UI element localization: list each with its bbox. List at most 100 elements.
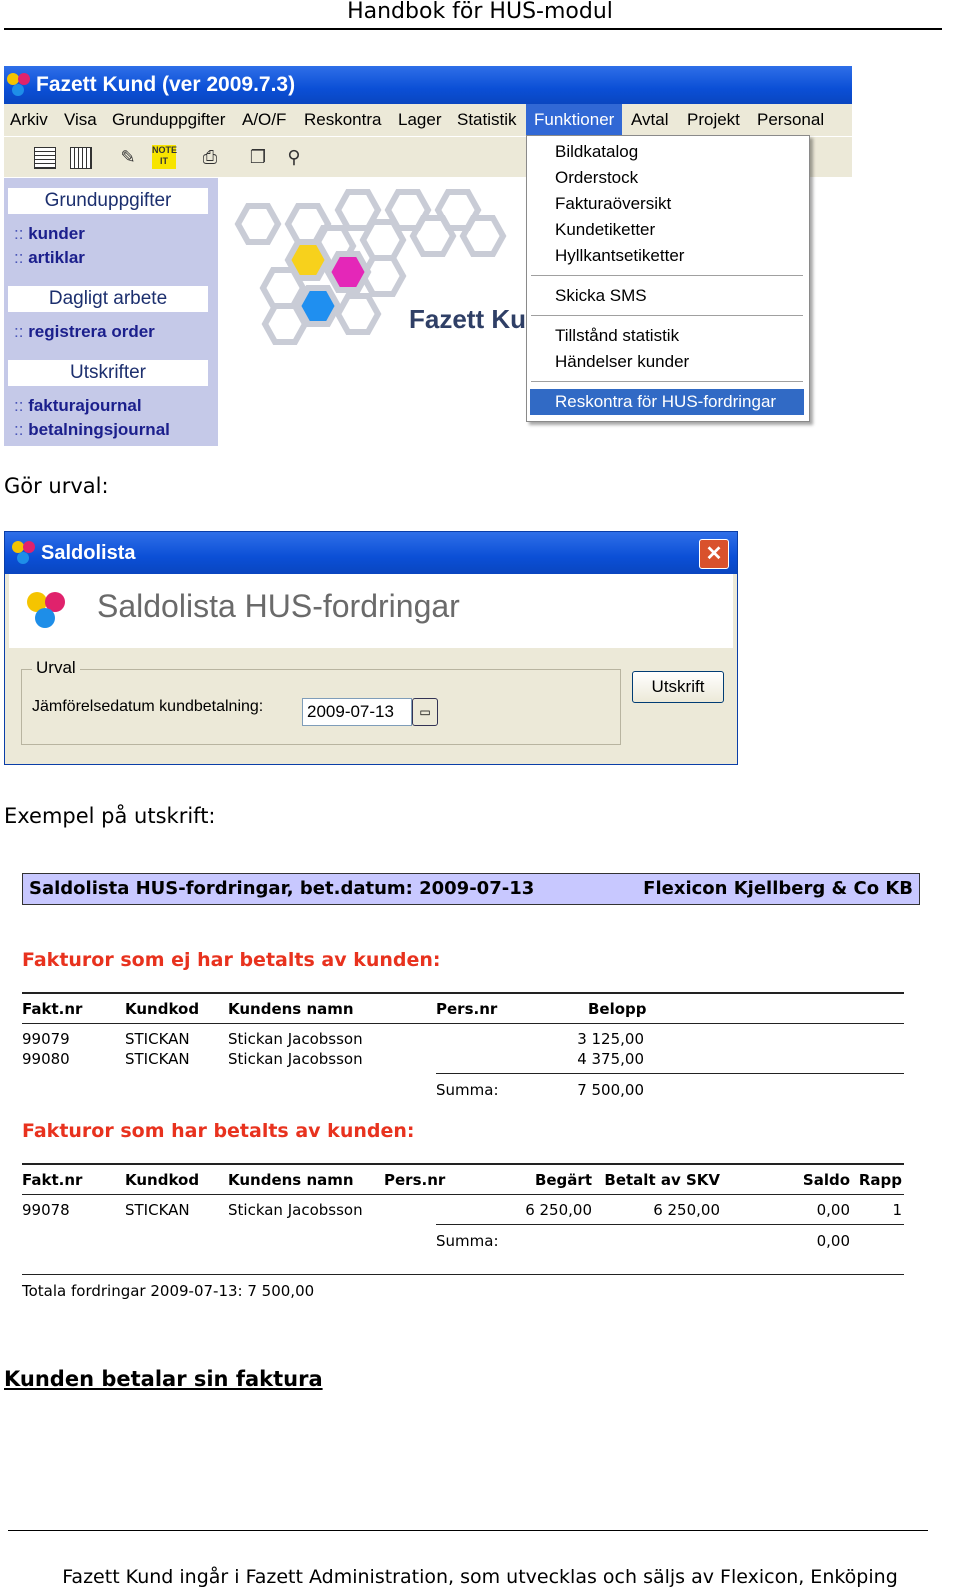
- section2-sum-rule: [436, 1224, 904, 1225]
- col-kundens-namn: Kundens namn: [228, 1171, 354, 1189]
- section1-title: Fakturor som ej har betalts av kunden:: [22, 949, 441, 971]
- binoculars-icon[interactable]: ⚲: [282, 145, 306, 169]
- report-company: Flexicon Kjellberg & Co KB: [643, 878, 913, 899]
- saldolista-dialog: Saldolista ✕ Saldolista HUS-fordringar U…: [4, 531, 738, 765]
- edit-icon[interactable]: ✎: [116, 145, 140, 169]
- copy-icon[interactable]: ❐: [246, 145, 270, 169]
- menu-grunduppgifter[interactable]: Grunduppgifter: [112, 110, 225, 130]
- menu-item-skicka-sms[interactable]: Skicka SMS: [555, 286, 647, 306]
- calendar-picker-icon[interactable]: ▭: [412, 698, 438, 726]
- grid-icon[interactable]: [70, 147, 92, 169]
- dialog-title: Saldolista: [41, 542, 136, 564]
- text-example: Exempel på utskrift:: [4, 804, 216, 828]
- col-rapp: Rapp: [858, 1171, 902, 1189]
- menu-bar: Arkiv Visa Grunduppgifter A/O/F Reskontr…: [4, 104, 852, 136]
- menu-personal[interactable]: Personal: [757, 110, 824, 130]
- table-row-cell: 99080: [22, 1050, 70, 1068]
- menu-arkiv[interactable]: Arkiv: [10, 110, 48, 130]
- dialog-banner-logo-icon: [23, 586, 73, 636]
- sidebar: Grunduppgifter :: kunder :: artiklar Dag…: [4, 178, 218, 446]
- table-row-cell: 99079: [22, 1030, 70, 1048]
- sidebar-heading-utskrifter: Utskrifter: [8, 360, 208, 386]
- app-logo-icon: [6, 72, 32, 98]
- menu-statistik[interactable]: Statistik: [457, 110, 517, 130]
- table-row-cell: 3 125,00: [577, 1030, 644, 1048]
- menu-separator: [531, 381, 803, 382]
- menu-item-kundetiketter[interactable]: Kundetiketter: [555, 220, 655, 240]
- dialog-titlebar: Saldolista ✕: [5, 532, 737, 574]
- hexagon-logo: [234, 189, 507, 345]
- menu-item-tillstand-statistik[interactable]: Tillstånd statistik: [555, 326, 679, 346]
- section2-sum-label: Summa:: [436, 1232, 499, 1250]
- dialog-banner: Saldolista HUS-fordringar: [9, 574, 733, 648]
- sidebar-link-betalningsjournal[interactable]: :: betalningsjournal: [14, 420, 170, 440]
- col-kundkod: Kundkod: [125, 1171, 200, 1189]
- groupbox-label: Urval: [32, 658, 80, 678]
- col-belopp: Belopp: [588, 1000, 647, 1018]
- col-persnr: Pers.nr: [436, 1000, 498, 1018]
- app-title: Fazett Kund (ver 2009.7.3): [36, 73, 296, 96]
- table-row-cell: 1: [892, 1201, 902, 1219]
- header-rule: [4, 28, 942, 30]
- table-row-cell: Stickan Jacobsson: [228, 1050, 363, 1068]
- section-heading: Kunden betalar sin faktura: [4, 1367, 323, 1391]
- text-select: Gör urval:: [4, 474, 109, 498]
- menu-visa[interactable]: Visa: [64, 110, 97, 130]
- date-input[interactable]: 2009-07-13: [302, 698, 412, 726]
- calendar-icon[interactable]: [34, 147, 56, 169]
- menu-separator: [531, 275, 803, 276]
- menu-item-orderstock[interactable]: Orderstock: [555, 168, 638, 188]
- col-kundkod: Kundkod: [125, 1000, 200, 1018]
- date-field-label: Jämförelsedatum kundbetalning:: [32, 698, 264, 715]
- funktioner-dropdown: Bildkatalog Orderstock Fakturaöversikt K…: [526, 135, 810, 422]
- table-row-cell: 4 375,00: [577, 1050, 644, 1068]
- section1-sum-rule: [436, 1073, 904, 1074]
- menu-item-fakturaoversikt[interactable]: Fakturaöversikt: [555, 194, 671, 214]
- report-header: Saldolista HUS-fordringar, bet.datum: 20…: [22, 873, 920, 905]
- table-row-cell: 6 250,00: [525, 1201, 592, 1219]
- menu-funktioner[interactable]: Funktioner: [526, 104, 623, 136]
- app-window: Fazett Kund (ver 2009.7.3) Arkiv Visa Gr…: [4, 66, 852, 446]
- report-title: Saldolista HUS-fordringar, bet.datum: 20…: [29, 878, 535, 899]
- menu-avtal[interactable]: Avtal: [631, 110, 669, 130]
- table-row-cell: Stickan Jacobsson: [228, 1201, 363, 1219]
- menu-lager[interactable]: Lager: [398, 110, 441, 130]
- menu-aof[interactable]: A/O/F: [242, 110, 286, 130]
- report-total: Totala fordringar 2009-07-13: 7 500,00: [22, 1282, 315, 1300]
- total-rule: [22, 1274, 904, 1275]
- print-icon[interactable]: ⎙: [198, 145, 222, 169]
- section2-header-rule: [22, 1194, 904, 1195]
- section1-top-rule: [22, 992, 904, 994]
- menu-reskontra[interactable]: Reskontra: [304, 110, 381, 130]
- note-it-icon[interactable]: NOTE IT: [152, 145, 177, 169]
- table-row-cell: 99078: [22, 1201, 70, 1219]
- section2-top-rule: [22, 1163, 904, 1165]
- section2-title: Fakturor som har betalts av kunden:: [22, 1120, 415, 1142]
- sidebar-link-artiklar[interactable]: :: artiklar: [14, 248, 85, 268]
- utskrift-button[interactable]: Utskrift: [632, 671, 724, 703]
- menu-separator: [531, 315, 803, 316]
- sidebar-heading-grunduppgifter: Grunduppgifter: [8, 188, 208, 214]
- page-header: Handbok för HUS-modul: [347, 0, 613, 24]
- col-faktnr: Fakt.nr: [22, 1171, 83, 1189]
- menu-item-hyllkantsetiketter[interactable]: Hyllkantsetiketter: [555, 246, 684, 266]
- menu-item-bildkatalog[interactable]: Bildkatalog: [555, 142, 638, 162]
- close-icon[interactable]: ✕: [699, 539, 729, 569]
- sidebar-heading-dagligt-arbete: Dagligt arbete: [8, 286, 208, 312]
- menu-projekt[interactable]: Projekt: [687, 110, 740, 130]
- section2-sum-value: 0,00: [816, 1232, 850, 1250]
- footer-rule: [8, 1530, 928, 1531]
- dialog-heading: Saldolista HUS-fordringar: [97, 588, 460, 624]
- col-begart: Begärt: [534, 1171, 592, 1189]
- col-saldo: Saldo: [802, 1171, 850, 1189]
- sidebar-link-fakturajournal[interactable]: :: fakturajournal: [14, 396, 142, 416]
- col-betalt-skv: Betalt av SKV: [604, 1171, 720, 1189]
- col-faktnr: Fakt.nr: [22, 1000, 83, 1018]
- menu-item-handelser-kunder[interactable]: Händelser kunder: [555, 352, 689, 372]
- section1-sum-label: Summa:: [436, 1081, 499, 1099]
- sidebar-link-registrera-order[interactable]: :: registrera order: [14, 322, 155, 342]
- section1-sum-value: 7 500,00: [577, 1081, 644, 1099]
- menu-item-reskontra-hus[interactable]: Reskontra för HUS-fordringar: [555, 392, 776, 412]
- sidebar-link-kunder[interactable]: :: kunder: [14, 224, 85, 244]
- table-row-cell: 6 250,00: [653, 1201, 720, 1219]
